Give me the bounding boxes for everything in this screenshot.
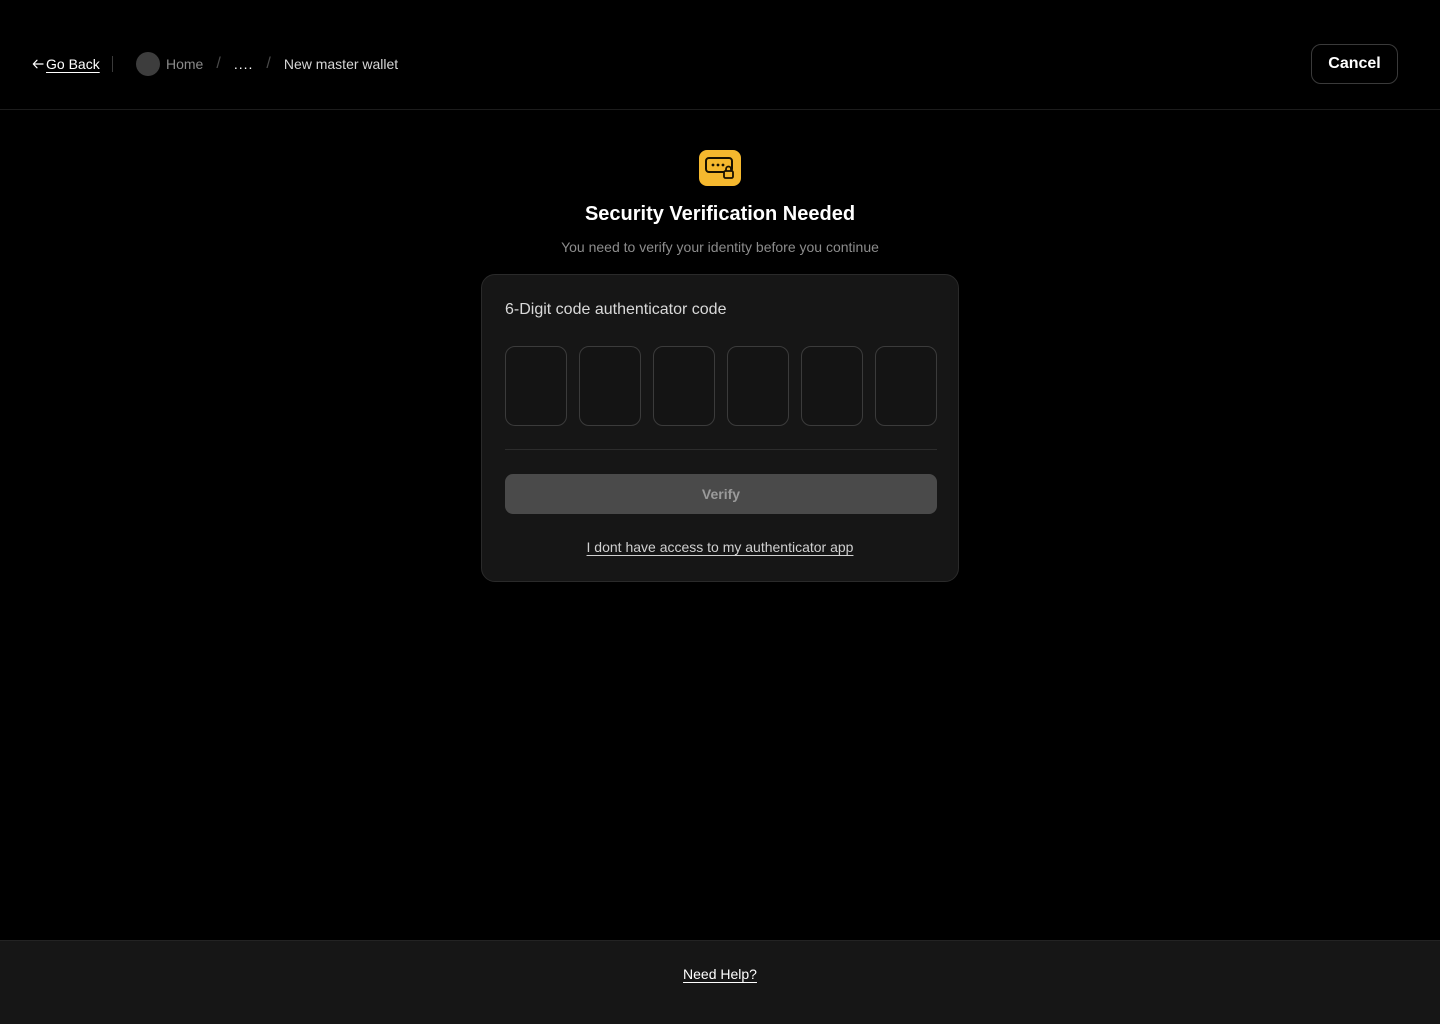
top-bar: Go Back Home / .... / New master wallet … xyxy=(0,0,1440,110)
code-input-group xyxy=(505,346,937,426)
no-access-row: I dont have access to my authenticator a… xyxy=(482,539,958,555)
home-avatar[interactable] xyxy=(136,52,160,76)
password-lock-glyph xyxy=(705,157,734,179)
verify-button[interactable]: Verify xyxy=(505,474,937,514)
page-title: Security Verification Needed xyxy=(584,203,856,225)
breadcrumb-home[interactable]: Home xyxy=(166,56,203,72)
breadcrumb-ellipsis[interactable]: .... xyxy=(234,56,254,72)
code-digit-5[interactable] xyxy=(801,346,863,426)
help-row: Need Help? xyxy=(0,966,1440,982)
need-help-link[interactable]: Need Help? xyxy=(683,966,757,982)
go-back-label: Go Back xyxy=(46,56,100,72)
card-divider xyxy=(505,449,937,450)
code-digit-3[interactable] xyxy=(653,346,715,426)
page-subtitle: You need to verify your identity before … xyxy=(561,239,879,255)
arrow-left-icon xyxy=(32,59,44,69)
cancel-button[interactable]: Cancel xyxy=(1311,44,1398,84)
breadcrumb: Home / .... / New master wallet xyxy=(136,52,398,76)
code-digit-6[interactable] xyxy=(875,346,937,426)
code-digit-1[interactable] xyxy=(505,346,567,426)
verification-card: 6-Digit code authenticator code Verify I… xyxy=(481,274,959,582)
code-digit-2[interactable] xyxy=(579,346,641,426)
no-authenticator-link[interactable]: I dont have access to my authenticator a… xyxy=(587,539,854,555)
security-verification-page: Go Back Home / .... / New master wallet … xyxy=(0,0,1440,1024)
code-label: 6-Digit code authenticator code xyxy=(505,301,727,318)
go-back-link[interactable]: Go Back xyxy=(32,53,100,75)
breadcrumb-separator: / xyxy=(266,55,271,72)
header-divider xyxy=(112,56,113,72)
breadcrumb-current: New master wallet xyxy=(283,56,399,72)
footer: Need Help? xyxy=(0,940,1440,1024)
password-lock-icon xyxy=(699,150,741,186)
code-digit-4[interactable] xyxy=(727,346,789,426)
breadcrumb-separator: / xyxy=(216,55,221,72)
